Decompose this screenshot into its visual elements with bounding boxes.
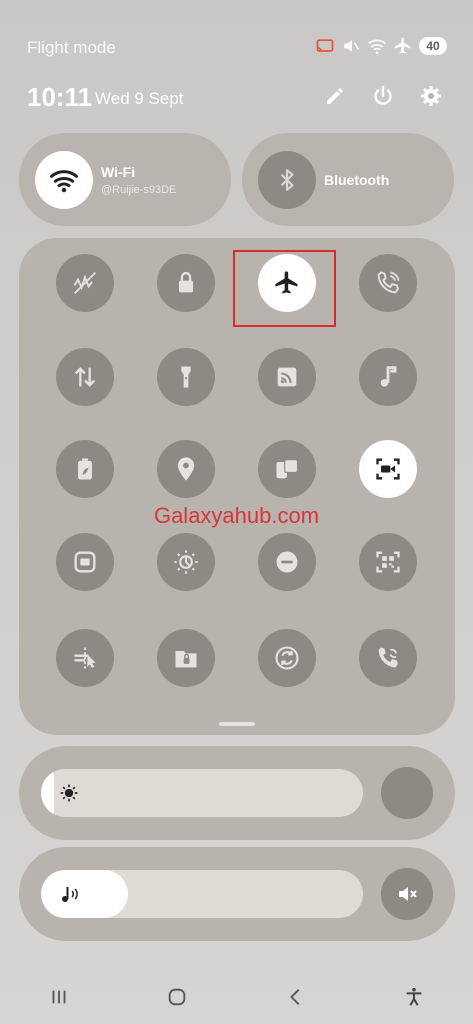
music-note-icon	[380, 366, 397, 387]
recents-icon[interactable]	[47, 985, 71, 1009]
eye-comfort-icon	[174, 550, 198, 574]
night-mode-button[interactable]	[381, 767, 433, 819]
brightness-sun-icon	[57, 781, 81, 805]
quick-tile-screenshot[interactable]	[56, 533, 114, 591]
watermark-text: Galaxyahub.com	[153, 503, 320, 528]
moon-icon	[401, 783, 412, 803]
sync-icon	[275, 646, 299, 670]
highlight-box	[233, 250, 336, 327]
status-mode-label: Flight mode	[27, 38, 116, 57]
panel-drag-handle[interactable]	[219, 722, 255, 726]
wifi-tile[interactable]: Wi-Fi @Ruijie-s93DE	[19, 133, 231, 226]
bluetooth-tile[interactable]: Bluetooth	[242, 133, 454, 226]
bluetooth-title: Bluetooth	[324, 171, 390, 188]
volume-card	[19, 847, 455, 941]
brightness-slider[interactable]	[41, 769, 363, 817]
power-saving-icon	[78, 458, 92, 480]
quick-tile-link-to-windows[interactable]	[258, 440, 316, 498]
quick-tile-nearby-share[interactable]	[56, 629, 114, 687]
volume-fill	[41, 870, 128, 918]
cast-icon	[277, 367, 297, 387]
wifi-status-icon	[368, 39, 386, 54]
quick-tile-power-saving[interactable]	[56, 440, 114, 498]
quick-tile-music-note[interactable]	[359, 348, 417, 406]
quick-tile-sync[interactable]	[258, 629, 316, 687]
wifi-title: Wi-Fi	[101, 163, 136, 180]
volume-slider[interactable]	[41, 870, 363, 918]
wifi-icon	[35, 150, 93, 209]
cast-status-icon	[316, 39, 334, 52]
location-icon	[177, 457, 195, 481]
lock-icon	[179, 271, 193, 293]
bluetooth-icon	[258, 150, 316, 209]
screen-recorder-icon	[376, 458, 400, 480]
flashlight-icon	[181, 366, 191, 388]
quick-tile-do-not-disturb[interactable]	[258, 533, 316, 591]
nearby-share-icon	[74, 647, 96, 669]
settings-icon[interactable]	[419, 84, 443, 108]
quick-tile-screen-recorder[interactable]	[359, 440, 417, 498]
wifi-calling-icon	[377, 271, 400, 294]
link-to-windows-icon	[276, 459, 299, 479]
mute-status-icon	[344, 40, 360, 52]
clock-date: Wed 9 Sept	[95, 89, 184, 108]
call-sync-icon	[378, 647, 398, 668]
power-icon[interactable]	[371, 84, 395, 108]
screenshot-icon	[74, 551, 96, 573]
quick-tile-lock[interactable]	[157, 254, 215, 312]
navigation-bar	[0, 970, 473, 1024]
airplane-status-icon	[394, 37, 411, 54]
data-transfer-icon	[74, 367, 96, 387]
quick-tile-flashlight[interactable]	[157, 348, 215, 406]
edit-icon[interactable]	[323, 84, 347, 108]
home-icon[interactable]	[165, 985, 189, 1009]
qr-scanner-icon	[376, 551, 400, 573]
quick-tile-location[interactable]	[157, 440, 215, 498]
mobile-data-icon	[73, 271, 97, 295]
brightness-fill	[41, 769, 54, 817]
do-not-disturb-icon	[276, 551, 298, 573]
brightness-card	[19, 746, 455, 840]
back-icon[interactable]	[284, 985, 308, 1009]
secure-folder-icon	[175, 651, 197, 668]
quick-tile-qr-scanner[interactable]	[359, 533, 417, 591]
quick-tile-mobile-data[interactable]	[56, 254, 114, 312]
quick-tile-data-transfer[interactable]	[56, 348, 114, 406]
media-volume-icon	[57, 882, 81, 906]
sound-mode-button[interactable]	[381, 868, 433, 920]
quick-tile-wifi-calling[interactable]	[359, 254, 417, 312]
quick-tile-call-sync[interactable]	[359, 629, 417, 687]
clock-time: 10:11	[27, 82, 93, 112]
wifi-network-name: @Ruijie-s93DE	[101, 183, 177, 196]
header-actions	[323, 84, 443, 108]
status-icons: 40	[315, 36, 447, 56]
mute-icon	[399, 887, 417, 901]
quick-tile-eye-comfort[interactable]	[157, 533, 215, 591]
quick-tile-cast[interactable]	[258, 348, 316, 406]
battery-indicator: 40	[419, 37, 447, 55]
quick-tile-secure-folder[interactable]	[157, 629, 215, 687]
accessibility-icon[interactable]	[402, 985, 426, 1009]
